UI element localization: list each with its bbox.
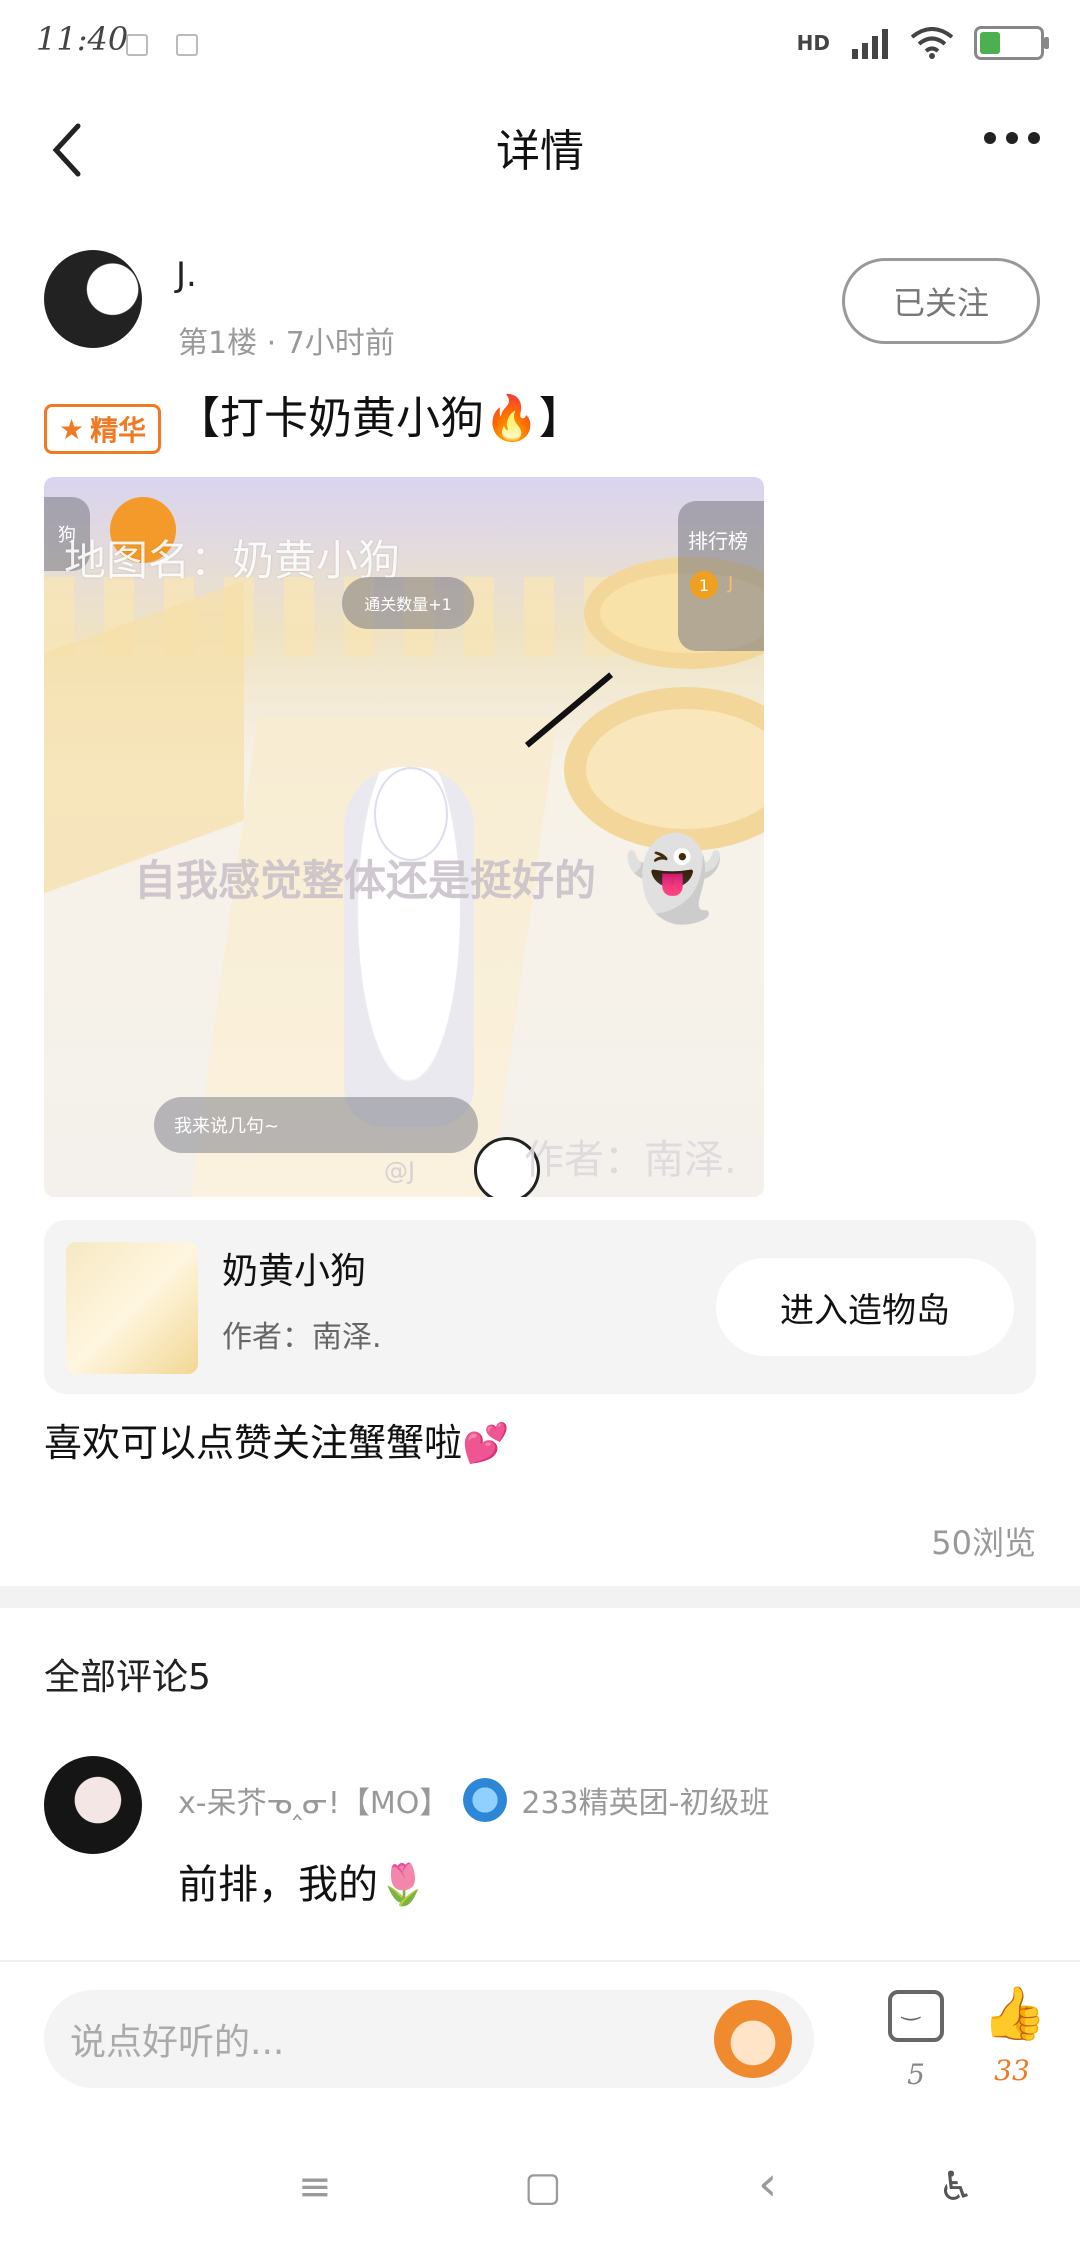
comment-group: 233精英团-初级班 <box>521 1786 770 1821</box>
comment-button[interactable]: 5 <box>888 1990 944 2091</box>
image-rank-panel: 排行榜 1 J <box>678 501 764 651</box>
menu-icon[interactable]: ≡ <box>298 2164 332 2210</box>
comment-user-row: x-呆芥ᓀ‸ᓂ!【MO】 233精英团-初级班 <box>178 1778 769 1822</box>
comment-icon <box>888 1990 944 2042</box>
map-card[interactable]: 奶黄小狗 作者：南泽. 进入造物岛 <box>44 1220 1036 1394</box>
wifi-icon <box>910 27 954 59</box>
back-icon[interactable]: ‹ <box>758 2156 777 2212</box>
view-count: 50浏览 <box>931 1524 1036 1562</box>
comments-header: 全部评论5 <box>44 1657 211 1698</box>
map-author: 作者：南泽. <box>222 1320 382 1355</box>
home-icon[interactable]: ▢ <box>524 2164 562 2210</box>
signal-icon <box>852 29 888 59</box>
like-button[interactable]: 👍 33 <box>982 1984 1047 2087</box>
notification-icon <box>176 34 198 56</box>
image-watermark-map: 地图名：奶黄小狗 <box>64 536 401 585</box>
featured-badge-label: 精华 <box>90 414 147 447</box>
accessibility-icon[interactable]: ♿ <box>938 2164 974 2210</box>
author-avatar[interactable] <box>44 250 142 348</box>
notification-icon <box>126 34 148 56</box>
featured-badge: ★ 精华 <box>44 404 162 454</box>
comment-input-placeholder: 说点好听的... <box>70 2022 285 2063</box>
image-chat-bar: 我来说几句~ <box>154 1097 478 1153</box>
image-watermark-at: @J <box>384 1157 416 1185</box>
comment-avatar[interactable] <box>44 1756 142 1854</box>
image-watermark-author: 作者：南泽. <box>524 1137 737 1183</box>
thumbs-up-icon: 👍 <box>982 1984 1047 2044</box>
post-title: 【打卡奶黄小狗🔥】 <box>176 393 583 444</box>
enter-map-button[interactable]: 进入造物岛 <box>716 1258 1014 1356</box>
battery-icon <box>974 26 1049 60</box>
system-nav-bar: ≡ ▢ ‹ ♿ <box>0 2120 1080 2248</box>
status-icons: HD <box>796 26 1049 60</box>
post-body: 喜欢可以点赞关注蟹蟹啦💕 <box>44 1421 510 1465</box>
map-name: 奶黄小狗 <box>222 1251 367 1292</box>
network-type: HD <box>796 31 830 55</box>
post-meta: 第1楼 · 7小时前 <box>178 326 395 361</box>
image-rank-label: 排行榜 <box>688 529 748 553</box>
ghost-emoji: 👻 <box>624 832 724 925</box>
group-badge-icon <box>463 1778 508 1822</box>
status-time: 11:40 <box>36 20 129 58</box>
author-name[interactable]: J. <box>176 255 197 295</box>
bottom-action-bar: 说点好听的... 5 👍 33 <box>0 1960 1080 2122</box>
comment-text: 前排，我的🌷 <box>178 1862 428 1908</box>
map-thumbnail <box>66 1242 198 1374</box>
comment-count: 5 <box>907 2058 925 2091</box>
comment-input[interactable]: 说点好听的... <box>44 1990 814 2088</box>
image-caption: 自我感觉整体还是挺好的 <box>134 856 597 905</box>
image-platform <box>564 687 764 851</box>
image-rank-user: J <box>728 573 734 594</box>
like-count: 33 <box>994 2054 1030 2087</box>
follow-button[interactable]: 已关注 <box>842 258 1040 344</box>
post-image[interactable]: 狗 地图名：奶黄小狗 通关数量+1 排行榜 1 J 自我感觉整体还是挺好的 👻 … <box>44 477 764 1197</box>
image-rank-num: 1 <box>690 571 718 599</box>
section-divider <box>0 1586 1080 1608</box>
comment-username[interactable]: x-呆芥ᓀ‸ᓂ!【MO】 <box>178 1778 449 1822</box>
more-options-icon[interactable] <box>984 132 1040 144</box>
star-icon: ★ <box>59 412 85 446</box>
page-title: 详情 <box>496 126 584 177</box>
image-pill: 通关数量+1 <box>342 577 474 629</box>
mascot-icon[interactable] <box>714 2000 792 2078</box>
